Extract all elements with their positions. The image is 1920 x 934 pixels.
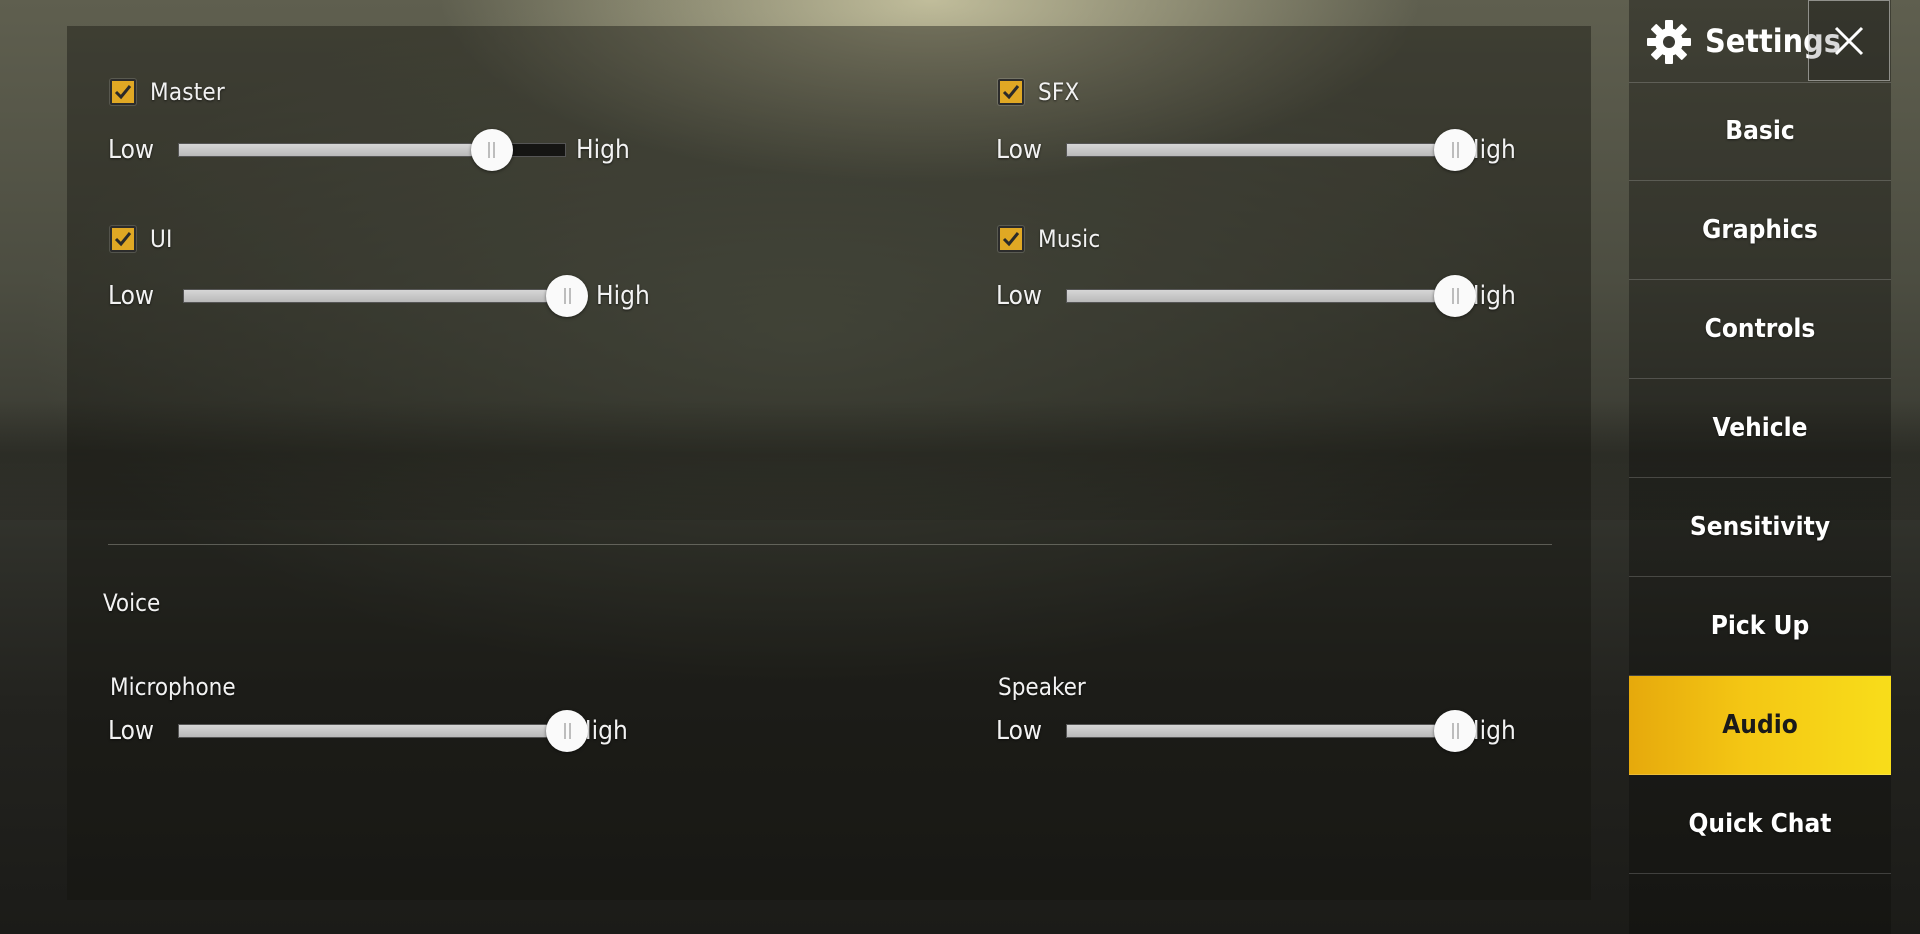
- master-slider-row: Low High: [108, 129, 630, 171]
- speaker-label: Speaker: [998, 673, 1086, 701]
- sidebar-item-audio[interactable]: Audio: [1629, 676, 1891, 775]
- master-high-label: High: [576, 135, 630, 165]
- speaker-low-label: Low: [996, 716, 1043, 746]
- ui-slider-thumb[interactable]: [546, 275, 588, 317]
- sidebar-item-basic[interactable]: Basic: [1629, 82, 1891, 181]
- sidebar-item-sensitivity[interactable]: Sensitivity: [1629, 478, 1891, 577]
- speaker-slider-row: Low High: [996, 710, 1516, 752]
- sidebar-item-controls[interactable]: Controls: [1629, 280, 1891, 379]
- sfx-slider-row: Low High: [996, 129, 1516, 171]
- music-low-label: Low: [996, 281, 1043, 311]
- checkmark-icon: [1002, 232, 1020, 247]
- settings-nav: Basic Graphics Controls Vehicle Sensitiv…: [1629, 82, 1891, 874]
- section-divider: [108, 544, 1552, 545]
- microphone-label: Microphone: [110, 673, 236, 701]
- checkmark-icon: [114, 232, 132, 247]
- ui-low-label: Low: [108, 281, 155, 311]
- music-label: Music: [1038, 225, 1101, 253]
- ui-toggle[interactable]: UI: [110, 223, 173, 255]
- sfx-checkbox[interactable]: [998, 79, 1024, 105]
- master-checkbox[interactable]: [110, 79, 136, 105]
- sfx-label: SFX: [1038, 78, 1080, 106]
- master-slider[interactable]: [178, 129, 566, 171]
- sfx-slider-thumb[interactable]: [1434, 129, 1476, 171]
- microphone-slider-row: Low High: [108, 710, 628, 752]
- speaker-slider-thumb[interactable]: [1434, 710, 1476, 752]
- music-checkbox[interactable]: [998, 226, 1024, 252]
- sfx-slider-fill: [1067, 144, 1455, 156]
- master-low-label: Low: [108, 135, 155, 165]
- master-slider-thumb[interactable]: [470, 129, 513, 171]
- sfx-low-label: Low: [996, 135, 1043, 165]
- ui-slider-row: Low High: [108, 275, 650, 317]
- checkmark-icon: [114, 85, 132, 100]
- master-slider-fill: [179, 144, 492, 156]
- settings-sidebar: Settings Basic Graphics Controls Vehicle…: [1629, 0, 1891, 934]
- sidebar-header: Settings: [1629, 0, 1891, 83]
- ui-slider[interactable]: [183, 275, 588, 317]
- close-button[interactable]: [1808, 0, 1890, 81]
- microphone-slider-fill: [179, 725, 567, 737]
- sidebar-item-pick-up[interactable]: Pick Up: [1629, 577, 1891, 676]
- master-label: Master: [150, 78, 225, 106]
- sfx-toggle[interactable]: SFX: [998, 76, 1080, 108]
- microphone-slider[interactable]: [178, 710, 588, 752]
- microphone-low-label: Low: [108, 716, 155, 746]
- music-slider-row: Low High: [996, 275, 1516, 317]
- ui-high-label: High: [596, 281, 650, 311]
- checkmark-icon: [1002, 85, 1020, 100]
- music-slider-fill: [1067, 290, 1455, 302]
- audio-settings-panel: Master Low High UI Low High SFX Low High…: [67, 26, 1591, 900]
- ui-slider-fill: [184, 290, 567, 302]
- sidebar-item-graphics[interactable]: Graphics: [1629, 181, 1891, 280]
- gear-icon: [1647, 20, 1691, 64]
- music-slider-thumb[interactable]: [1434, 275, 1476, 317]
- sidebar-item-vehicle[interactable]: Vehicle: [1629, 379, 1891, 478]
- music-slider[interactable]: [1066, 275, 1476, 317]
- sfx-slider[interactable]: [1066, 129, 1476, 171]
- voice-section-title: Voice: [103, 589, 161, 617]
- sidebar-item-quick-chat[interactable]: Quick Chat: [1629, 775, 1891, 874]
- music-toggle[interactable]: Music: [998, 223, 1100, 255]
- microphone-slider-thumb[interactable]: [546, 710, 588, 752]
- close-icon: [1834, 26, 1864, 55]
- speaker-slider[interactable]: [1066, 710, 1476, 752]
- master-toggle[interactable]: Master: [110, 76, 225, 108]
- speaker-slider-fill: [1067, 725, 1455, 737]
- ui-checkbox[interactable]: [110, 226, 136, 252]
- ui-label: UI: [150, 225, 173, 253]
